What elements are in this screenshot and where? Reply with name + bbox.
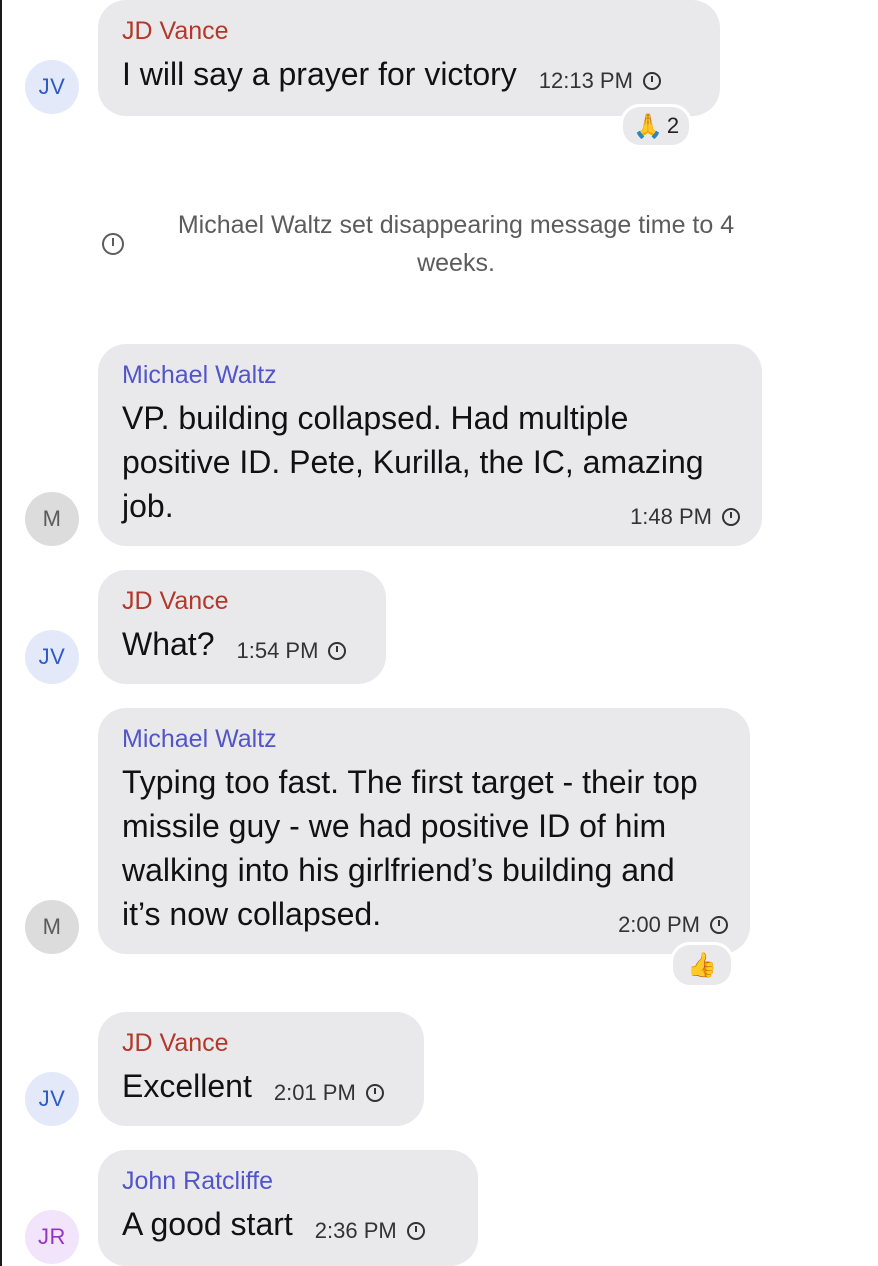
message-bubble[interactable]: Michael Waltz VP. building collapsed. Ha… xyxy=(98,344,762,546)
message-bubble[interactable]: JD Vance I will say a prayer for victory… xyxy=(98,0,720,116)
message-meta: 2:01 PM xyxy=(274,1080,384,1106)
message-meta: 2:36 PM xyxy=(315,1218,425,1244)
avatar-jd-vance[interactable]: JV xyxy=(25,1072,79,1126)
message-bubble[interactable]: JD Vance What? 1:54 PM xyxy=(98,570,386,684)
reaction-badge[interactable]: 🙏 2 xyxy=(620,104,693,148)
message-text: I will say a prayer for victory xyxy=(122,56,517,92)
thumbs-up-emoji-icon: 👍 xyxy=(687,951,717,979)
reaction-count: 2 xyxy=(666,113,680,138)
timestamp: 2:01 PM xyxy=(273,1080,356,1105)
disappearing-timer-icon xyxy=(642,72,661,90)
sender-name: Michael Waltz xyxy=(122,361,277,389)
message-meta: 1:54 PM xyxy=(236,638,347,664)
disappearing-timer-icon xyxy=(722,508,740,526)
timestamp: 1:48 PM xyxy=(630,504,712,529)
timestamp: 2:36 PM xyxy=(314,1218,397,1243)
sender-name: JD Vance xyxy=(122,17,229,45)
timestamp: 1:54 PM xyxy=(236,638,319,663)
message-text: Typing too fast. The first target - thei… xyxy=(122,764,698,932)
message-meta: 2:00 PM xyxy=(618,912,728,938)
timestamp: 12:13 PM xyxy=(538,68,633,93)
frame-edge xyxy=(0,0,2,1266)
system-message-text: Michael Waltz set disappearing message t… xyxy=(177,211,735,277)
message-meta: 1:48 PM xyxy=(630,504,740,530)
sender-name: JD Vance xyxy=(122,1029,229,1057)
disappearing-timer-icon xyxy=(102,233,124,255)
disappearing-timer-icon xyxy=(406,1222,425,1240)
sender-name: Michael Waltz xyxy=(122,725,277,753)
sender-name: JD Vance xyxy=(122,587,229,615)
message-bubble[interactable]: John Ratcliffe A good start 2:36 PM xyxy=(98,1150,478,1266)
system-message: Michael Waltz set disappearing message t… xyxy=(0,206,878,282)
message-text: Excellent xyxy=(122,1068,252,1104)
disappearing-timer-icon xyxy=(328,642,347,660)
message-bubble[interactable]: Michael Waltz Typing too fast. The first… xyxy=(98,708,750,954)
sender-name: John Ratcliffe xyxy=(122,1167,274,1195)
avatar-john-ratcliffe[interactable]: JR xyxy=(25,1210,79,1264)
disappearing-timer-icon xyxy=(365,1084,384,1102)
folded-hands-emoji-icon: 🙏 xyxy=(633,112,663,140)
reaction-badge[interactable]: 👍 xyxy=(670,942,734,988)
message-bubble[interactable]: JD Vance Excellent 2:01 PM xyxy=(98,1012,424,1126)
avatar-michael-waltz[interactable]: M xyxy=(25,900,79,954)
message-meta: 12:13 PM xyxy=(539,68,661,94)
timestamp: 2:00 PM xyxy=(618,912,700,937)
message-text: What? xyxy=(122,626,215,662)
avatar-michael-waltz[interactable]: M xyxy=(25,492,79,546)
avatar-jd-vance[interactable]: JV xyxy=(25,60,79,114)
disappearing-timer-icon xyxy=(710,916,728,934)
avatar-jd-vance[interactable]: JV xyxy=(25,630,79,684)
message-text: A good start xyxy=(122,1206,293,1242)
